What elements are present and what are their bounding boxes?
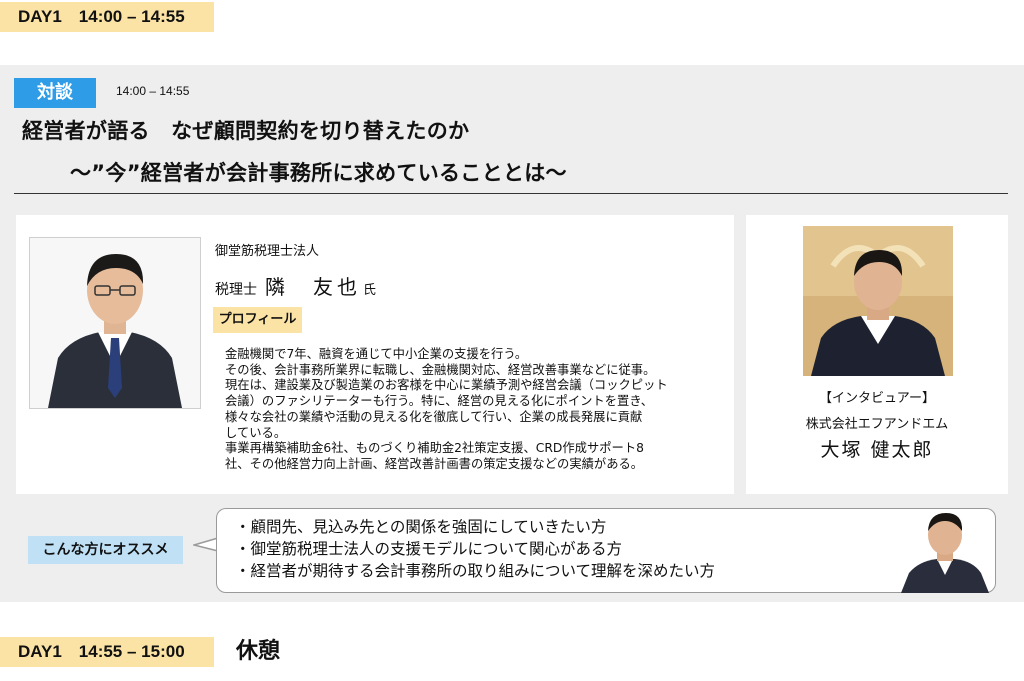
recommend-item: ・顧問先、見込み先との関係を強固にしていきたい方 — [235, 518, 607, 536]
title-divider — [14, 193, 1008, 194]
speaker-photo — [29, 237, 201, 409]
day-time-tag: DAY1 14:00 – 14:55 — [0, 2, 214, 32]
profile-line: 会議）のファシリテーターも行う。特に、経営の見える化にポイントを置き、 — [225, 394, 654, 409]
speaker-affiliation: 御堂筋税理士法人 — [215, 244, 320, 259]
speaker-card: 御堂筋税理士法人 税理士隣 友也氏 プロフィール 金融機関で7年、融資を通じて中… — [16, 215, 734, 494]
interviewer-company: 株式会社エフアンドエム — [805, 417, 949, 432]
recommend-item: ・経営者が期待する会計事務所の取り組みについて理解を深めたい方 — [235, 562, 716, 580]
interviewer-name: 大塚 健太郎 — [820, 439, 934, 461]
speaker-honorific: 氏 — [363, 283, 377, 298]
recommend-item: ・御堂筋税理士法人の支援モデルについて関心がある方 — [235, 540, 623, 558]
interviewer-photo — [803, 226, 953, 376]
profile-label: プロフィール — [213, 307, 302, 333]
recommend-bubble: ・顧問先、見込み先との関係を強固にしていきたい方 ・御堂筋税理士法人の支援モデル… — [216, 508, 996, 593]
profile-line: 社、その他経営力向上計画、経営改善計画書の策定支援などの実績がある。 — [225, 456, 644, 471]
recommend-list: ・顧問先、見込み先との関係を強固にしていきたい方 ・御堂筋税理士法人の支援モデル… — [235, 516, 715, 582]
profile-line: 事業再構築補助金6社、ものづくり補助金2社策定支援、CRD作成サポート8 — [225, 441, 644, 456]
profile-line: 金融機関で7年、融資を通じて中小企業の支援を行う。 — [225, 347, 528, 361]
speaker-name: 隣 友也 — [265, 275, 361, 299]
profile-line: その後、会計事務所業界に転職し、金融機関対応、経営改善事業などに従事。 — [225, 362, 656, 377]
recommend-person-image — [897, 507, 992, 593]
interviewer-role-label: 【インタビュアー】 — [819, 391, 935, 406]
break-time-tag: DAY1 14:55 – 15:00 — [0, 637, 214, 667]
interviewer-card: 【インタビュアー】 株式会社エフアンドエム 大塚 健太郎 — [746, 215, 1008, 494]
session-title-main: 経営者が語る なぜ顧問契約を切り替えたのか — [22, 119, 470, 143]
session-title-sub: ～”今”経営者が会計事務所に求めていることとは～ — [70, 161, 567, 185]
profile-line: 様々な会社の業績や活動の見える化を徹底して行い、企業の成長発展に貢献 — [225, 409, 643, 424]
profile-line: している。 — [225, 425, 287, 440]
recommend-label: こんな方にオススメ — [28, 536, 183, 564]
speaker-role: 税理士 — [215, 282, 257, 298]
speaker-role-line: 税理士隣 友也氏 — [215, 271, 376, 300]
profile-text: 金融機関で7年、融資を通じて中小企業の支援を行う。 その後、会計事務所業界に転職… — [225, 347, 725, 473]
break-label: 休憩 — [236, 639, 281, 664]
session-panel: 対談 14:00 – 14:55 経営者が語る なぜ顧問契約を切り替えたのか ～… — [0, 65, 1024, 602]
session-time: 14:00 – 14:55 — [116, 84, 190, 98]
session-type-badge: 対談 — [14, 78, 96, 108]
profile-line: 現在は、建設業及び製造業のお客様を中心に業績予測や経営会議（コックピット — [225, 378, 668, 393]
